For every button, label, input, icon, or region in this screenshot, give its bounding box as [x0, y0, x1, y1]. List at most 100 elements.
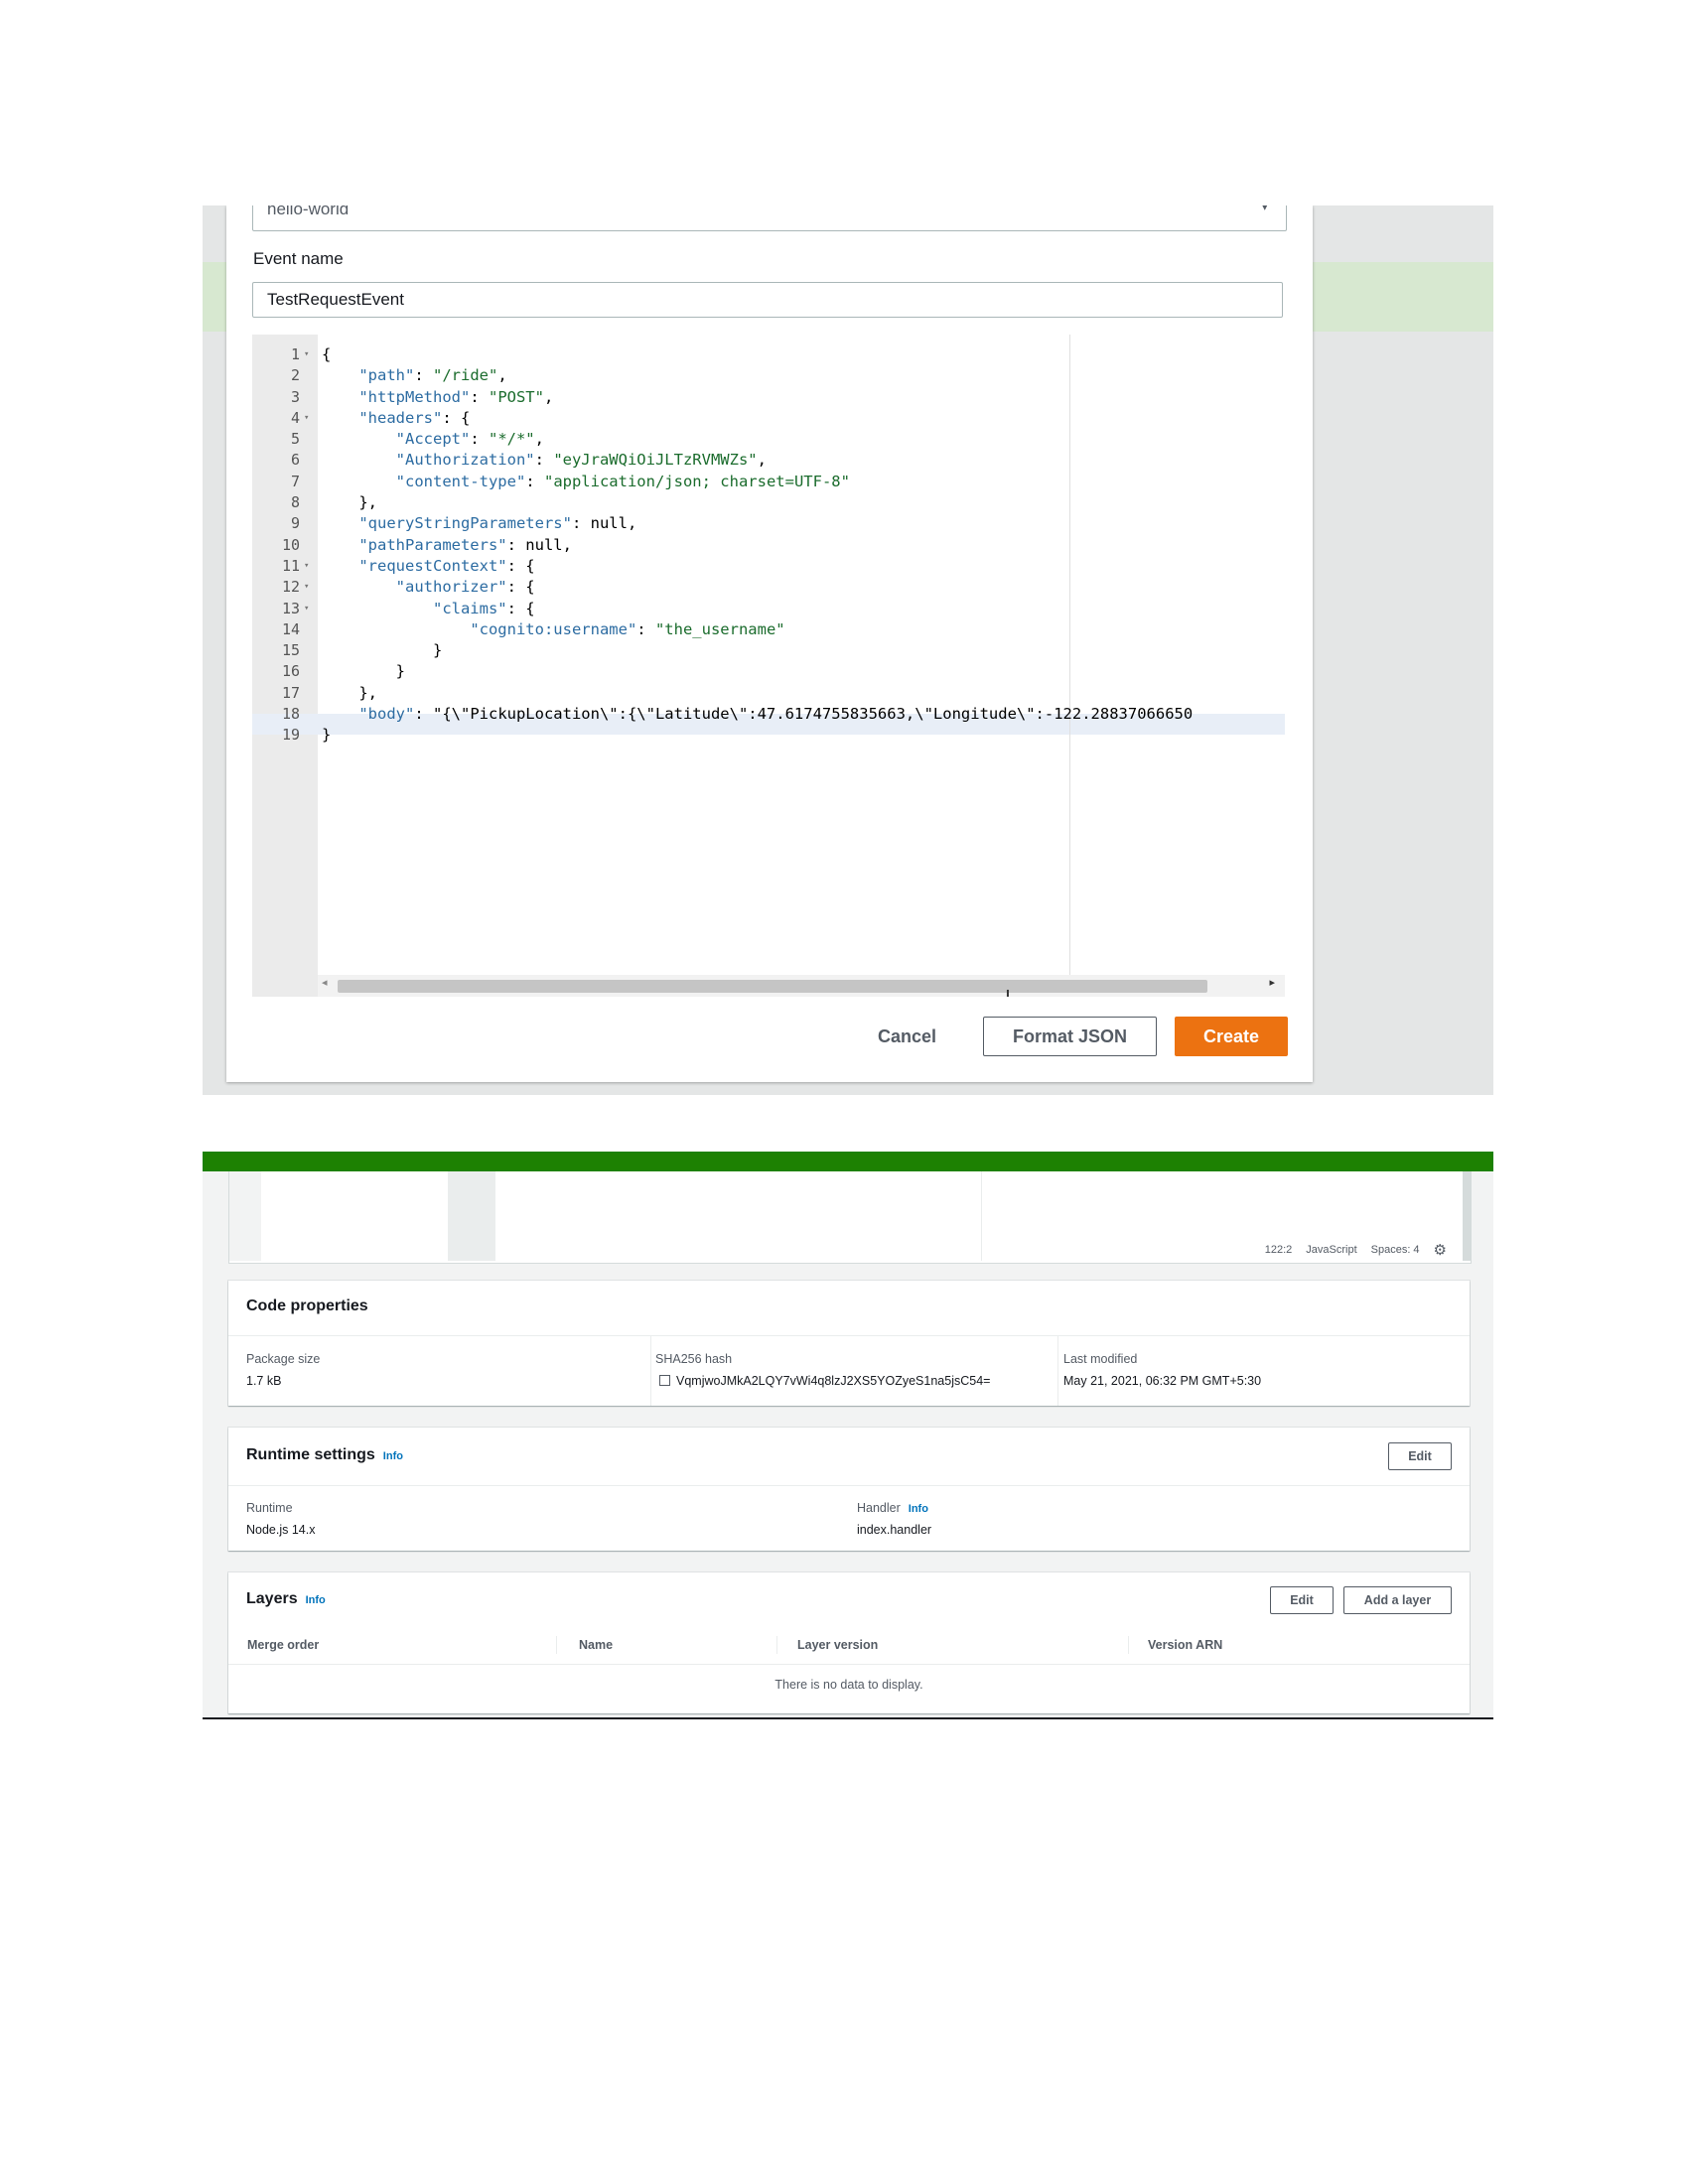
code-text: "requestContext": { [358, 556, 535, 575]
layers-empty-message: There is no data to display. [774, 1678, 923, 1692]
event-json-editor[interactable]: 1 ▾{2 "path": "/ride", 3 "httpMethod": "PO… [252, 335, 1285, 997]
editor-vertical-scrollbar[interactable] [1463, 1171, 1471, 1261]
column-layer-version[interactable]: Layer version [797, 1638, 878, 1652]
runtime-label: Runtime [246, 1501, 293, 1515]
column-separator [556, 1636, 557, 1654]
language-mode[interactable]: JavaScript [1306, 1244, 1356, 1256]
event-name-input[interactable] [252, 282, 1283, 318]
configure-test-event-modal: hello-world ▾ Event name 1▾{2 "path": "/… [226, 205, 1313, 1082]
code-line[interactable]: 16 } [252, 661, 1285, 682]
column-separator [776, 1636, 777, 1654]
line-number: 7 [290, 472, 300, 490]
event-name-label: Event name [253, 249, 344, 268]
column-name[interactable]: Name [579, 1638, 613, 1652]
create-button[interactable]: Create [1175, 1017, 1288, 1056]
line-number: 3 [290, 387, 300, 406]
event-template-value: hello-world [267, 205, 350, 218]
runtime-settings-edit-button[interactable]: Edit [1388, 1442, 1452, 1470]
code-text: { [322, 345, 332, 363]
line-number: 10 [281, 535, 300, 554]
code-line[interactable]: 15 } [252, 640, 1285, 661]
layers-header: Layers Info [246, 1590, 326, 1608]
code-line[interactable]: 9 "queryStringParameters": null, [252, 513, 1285, 534]
scroll-left-icon[interactable]: ◂ [322, 976, 328, 989]
code-line[interactable]: 11 ▾ "requestContext": { [252, 556, 1285, 577]
line-number: 2 [290, 366, 300, 385]
code-line[interactable]: 8 }, [252, 492, 1285, 513]
code-line[interactable]: 17 }, [252, 683, 1285, 704]
handler-info-link[interactable]: Info [909, 1503, 928, 1515]
code-line[interactable]: 7 "content-type": "application/json; cha… [252, 472, 1285, 492]
code-line[interactable]: 6 "Authorization": "eyJraWQiOiJLTzRVMWZs… [252, 450, 1285, 471]
column-divider [650, 1335, 651, 1406]
sha256-hash-label: SHA256 hash [655, 1352, 733, 1366]
fold-toggle-icon[interactable]: ▾ [304, 599, 309, 619]
line-number: 16 [281, 662, 300, 681]
column-separator [1128, 1636, 1129, 1654]
code-line[interactable]: 5 "Accept": "*/*", [252, 429, 1285, 450]
format-json-button[interactable]: Format JSON [983, 1017, 1157, 1056]
editor-code-lines: 1 ▾{2 "path": "/ride", 3 "httpMethod": "PO… [252, 344, 1285, 747]
event-template-select[interactable]: hello-world ▾ [252, 205, 1287, 231]
code-text: "headers": { [358, 408, 471, 427]
add-layer-button[interactable]: Add a layer [1343, 1586, 1452, 1614]
code-text: } [322, 641, 443, 660]
fold-toggle-icon[interactable]: ▾ [304, 344, 309, 365]
editor-status-bar: 122:2 JavaScript Spaces: 4 ⚙ [1265, 1241, 1447, 1259]
column-merge-order[interactable]: Merge order [247, 1638, 319, 1652]
sha256-hash-value: VqmjwoJMkA2LQY7vWi4q8lzJ2XS5YOZyeS1na5js… [659, 1374, 990, 1388]
editor-horizontal-scrollbar[interactable]: ◂ ▸ [318, 975, 1285, 997]
panel-divider [228, 1485, 1470, 1486]
runtime-settings-info-link[interactable]: Info [383, 1450, 403, 1462]
handler-value: index.handler [857, 1523, 932, 1537]
line-number: 14 [281, 619, 300, 638]
code-editor-bottom: 122:2 JavaScript Spaces: 4 ⚙ [228, 1171, 1472, 1264]
code-line[interactable]: 3 "httpMethod": "POST", [252, 387, 1285, 408]
layers-info-link[interactable]: Info [306, 1594, 326, 1606]
scrollbar-thumb[interactable] [338, 980, 1207, 993]
code-text: }, [322, 493, 377, 512]
code-line[interactable]: 13 ▾ "claims": { [252, 599, 1285, 619]
code-text: "path": "/ride", [358, 366, 507, 385]
column-version-arn[interactable]: Version ARN [1148, 1638, 1222, 1652]
code-text: "pathParameters": null, [358, 535, 572, 554]
gear-icon[interactable]: ⚙ [1434, 1241, 1447, 1259]
code-text: "claims": { [432, 599, 535, 617]
layers-title: Layers [246, 1590, 298, 1607]
column-divider [1057, 1335, 1058, 1406]
code-text: "Accept": "*/*", [395, 430, 544, 449]
cursor-position[interactable]: 122:2 [1265, 1244, 1293, 1256]
editor-left-rail [229, 1171, 261, 1261]
fold-toggle-icon[interactable]: ▾ [304, 556, 309, 577]
code-text: "body": "{\"PickupLocation\":{\"Latitude… [358, 705, 1194, 724]
code-line[interactable]: 1 ▾ { [252, 344, 1285, 365]
code-text: "queryStringParameters": null, [358, 514, 637, 533]
cancel-button[interactable]: Cancel [872, 1025, 942, 1048]
line-number: 18 [281, 705, 300, 724]
indent-setting[interactable]: Spaces: 4 [1371, 1244, 1420, 1256]
code-line[interactable]: 10 "pathParameters": null, [252, 535, 1285, 556]
copy-icon[interactable] [659, 1375, 670, 1386]
line-number: 5 [290, 430, 300, 449]
runtime-settings-title: Runtime settings [246, 1446, 375, 1463]
fold-toggle-icon[interactable]: ▾ [304, 408, 309, 429]
code-line[interactable]: 14 "cognito:username": "the_username" [252, 619, 1285, 640]
line-number: 13 [281, 599, 300, 617]
code-line[interactable]: 19} [252, 725, 1285, 746]
scroll-right-icon[interactable]: ▸ [1269, 976, 1275, 989]
layers-edit-button[interactable]: Edit [1270, 1586, 1334, 1614]
table-header-divider [228, 1664, 1470, 1665]
code-line[interactable]: 4 ▾ "headers": { [252, 408, 1285, 429]
editor-print-margin [981, 1171, 982, 1261]
code-line[interactable]: 12 ▾ "authorizer": { [252, 577, 1285, 598]
test-event-screenshot: hello-world ▾ Event name 1▾{2 "path": "/… [203, 205, 1493, 1095]
fold-toggle-icon[interactable]: ▾ [304, 577, 309, 598]
code-text: "cognito:username": "the_username" [470, 619, 785, 638]
runtime-settings-header: Runtime settings Info [246, 1446, 403, 1464]
code-line[interactable]: 18 "body": "{\"PickupLocation\":{\"Latit… [252, 704, 1285, 725]
sha256-hash-text: VqmjwoJMkA2LQY7vWi4q8lzJ2XS5YOZyeS1na5js… [676, 1374, 991, 1388]
code-line[interactable]: 2 "path": "/ride", [252, 365, 1285, 386]
line-number: 1 [290, 345, 300, 363]
runtime-settings-panel: Runtime settings Info Edit Runtime Node.j… [228, 1428, 1470, 1551]
layers-panel: Layers Info Edit Add a layer Merge order … [228, 1572, 1470, 1713]
